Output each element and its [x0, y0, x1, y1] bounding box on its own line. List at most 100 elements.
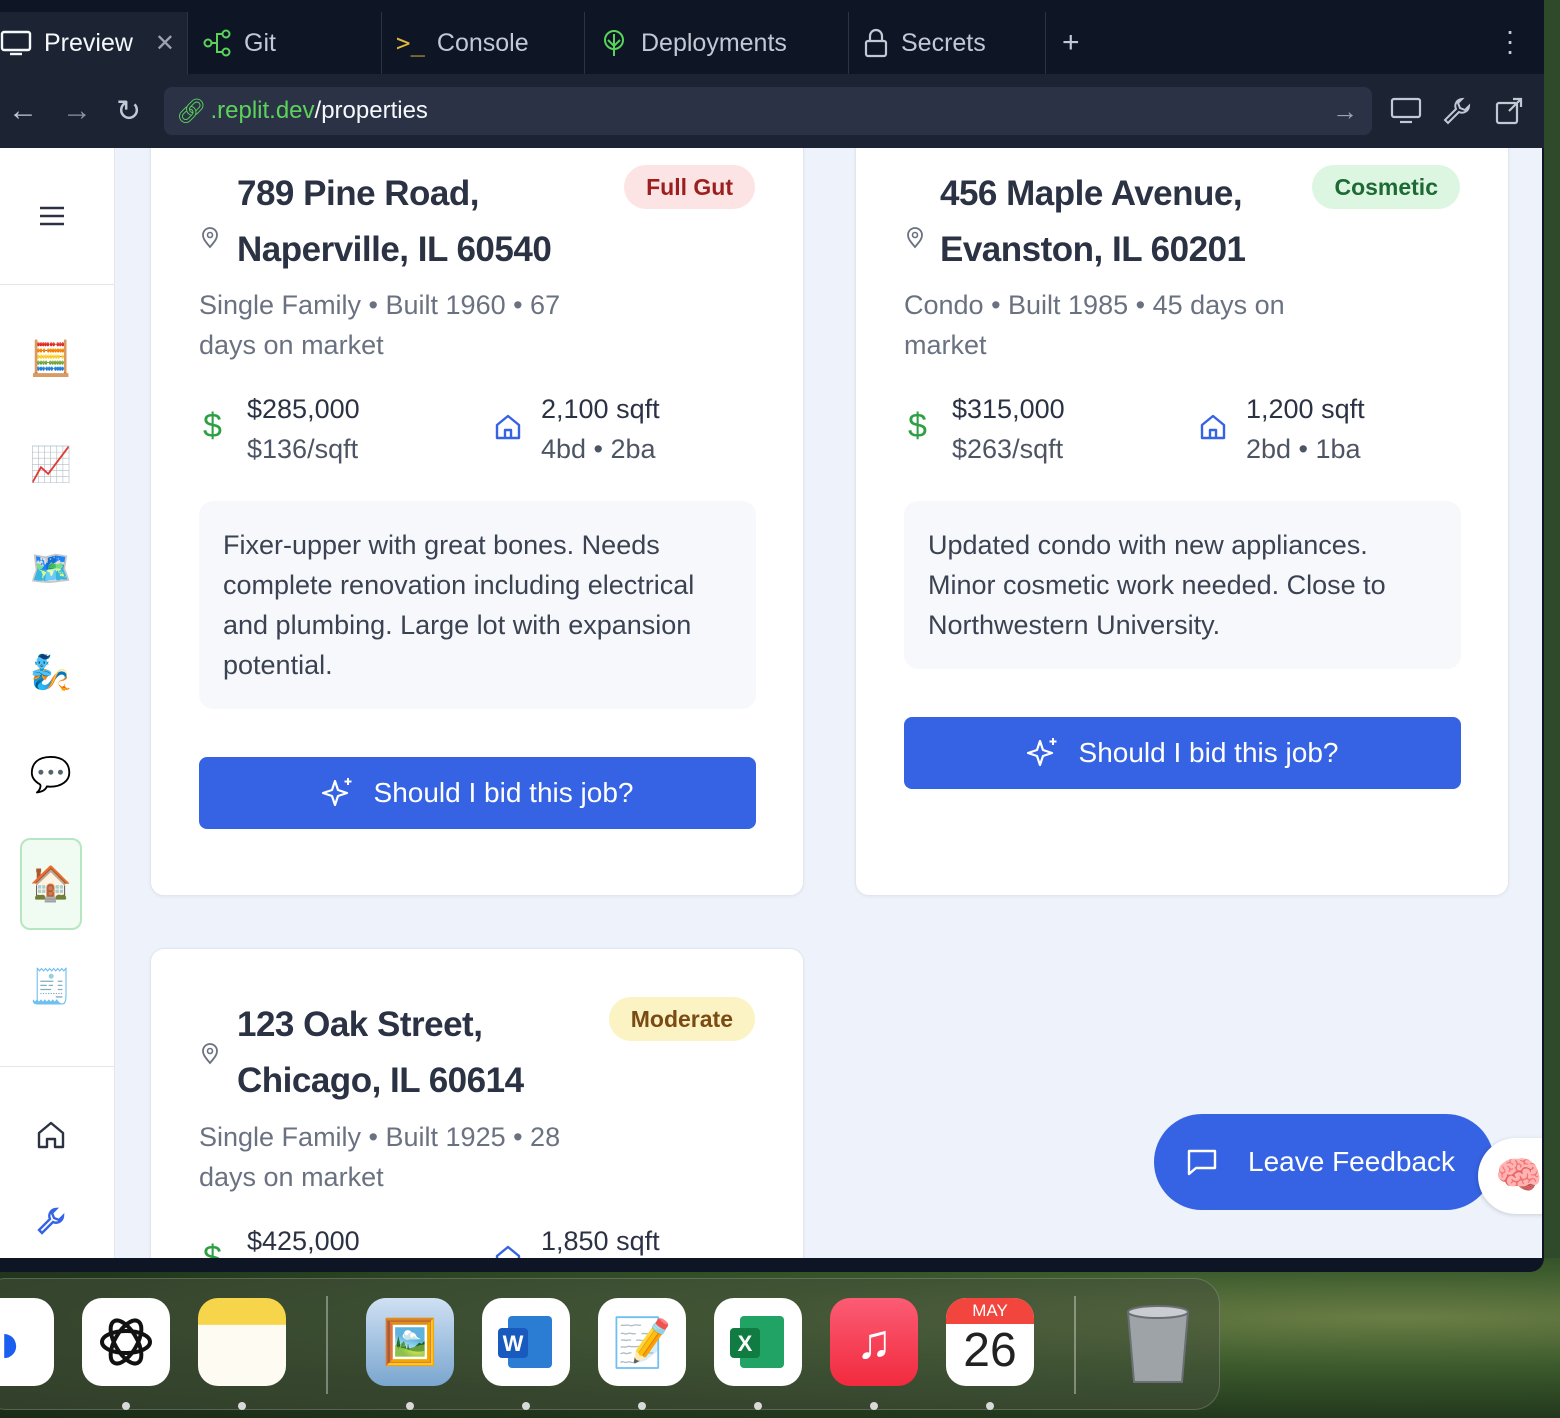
bid-analysis-button[interactable]: Should I bid this job?	[199, 757, 756, 829]
safari-icon[interactable]: ◗	[0, 1298, 54, 1386]
button-label: Should I bid this job?	[373, 777, 634, 808]
tab-label: Deployments	[641, 28, 787, 57]
leave-feedback-button[interactable]: Leave Feedback	[1154, 1114, 1494, 1210]
tab-label: Secrets	[901, 28, 986, 57]
wrench-icon[interactable]	[1442, 96, 1472, 126]
url-bar: ← → ↻ 🔗︎ .replit.dev/properties →	[0, 74, 1544, 148]
brain-icon[interactable]: 🧠	[1478, 1138, 1542, 1214]
tab-label: Console	[436, 28, 529, 57]
feedback-label: Leave Feedback	[1248, 1146, 1456, 1177]
url-path: /properties	[314, 97, 428, 124]
sidebar-item-chart[interactable]: 📈	[20, 434, 82, 496]
preview-app-icon[interactable]: 🖼️	[366, 1298, 454, 1386]
hamburger-menu-icon[interactable]	[38, 204, 66, 228]
devtools-monitor-icon[interactable]	[1390, 96, 1422, 126]
message-square-icon	[1187, 1149, 1217, 1176]
sparkles-icon	[1026, 738, 1057, 767]
house-outline-icon	[495, 414, 521, 440]
excel-icon[interactable]: X	[714, 1298, 802, 1386]
status-badge: Moderate	[608, 997, 755, 1041]
house-outline-icon	[1200, 414, 1226, 440]
tab-git[interactable]: Git	[188, 12, 382, 74]
dock-separator	[326, 1296, 328, 1394]
chart-icon: 📈	[29, 446, 73, 484]
running-indicator	[986, 1402, 994, 1410]
size-stat: 1,200 sqft 2bd • 1ba	[1246, 394, 1365, 464]
sparkles-icon	[321, 778, 352, 807]
app-preview: 🧮 📈 🗺️ 🧞 💬 🏠 🧾 789 Pine Road, Naperville,…	[0, 148, 1542, 1258]
sidebar-divider	[0, 1066, 115, 1067]
property-description: Updated condo with new appliances. Minor…	[904, 501, 1461, 669]
abacus-icon: 🧮	[29, 340, 73, 378]
word-icon[interactable]: W	[482, 1298, 570, 1386]
map-icon: 🗺️	[29, 550, 73, 588]
chat-bubble-icon: 💬	[29, 756, 73, 794]
property-card: 123 Oak Street, Chicago, IL 60614 Moderat…	[150, 948, 804, 1258]
back-arrow-icon[interactable]: ←	[8, 94, 38, 128]
running-indicator	[638, 1402, 646, 1410]
link-icon: 🔗︎	[176, 97, 207, 125]
sidebar-item-receipt[interactable]: 🧾	[20, 956, 82, 1018]
property-description: Fixer-upper with great bones. Needs comp…	[199, 501, 756, 709]
tab-secrets[interactable]: Secrets	[849, 12, 1046, 74]
new-tab-button[interactable]: +	[1062, 26, 1080, 60]
tab-preview[interactable]: Preview ✕	[0, 12, 188, 74]
tab-console[interactable]: >_ Console	[382, 12, 585, 74]
terminal-icon: >_	[396, 29, 425, 57]
tab-label: Preview	[44, 28, 133, 57]
property-address: 456 Maple Avenue, Evanston, IL 60201	[940, 174, 1246, 269]
tab-label: Git	[244, 28, 276, 57]
external-link-icon[interactable]	[1494, 96, 1524, 126]
lock-icon	[864, 28, 888, 58]
deployments-icon	[604, 30, 624, 56]
property-meta: Single Family • Built 1925 • 28 days on …	[199, 1122, 561, 1192]
property-meta: Single Family • Built 1960 • 67 days on …	[199, 290, 561, 360]
calendar-day: 26	[963, 1324, 1017, 1377]
url-domain: .replit.dev	[210, 97, 315, 124]
forward-arrow-icon[interactable]: →	[62, 94, 92, 128]
running-indicator	[754, 1402, 762, 1410]
location-pin-icon	[907, 227, 923, 249]
home-icon[interactable]	[36, 1120, 66, 1150]
more-options-icon[interactable]: · · ·	[1500, 17, 1520, 65]
tab-deployments[interactable]: Deployments	[585, 12, 849, 74]
house-outline-icon	[495, 1245, 521, 1258]
dock-separator	[1074, 1296, 1076, 1394]
chatgpt-icon[interactable]	[82, 1298, 170, 1386]
textedit-icon[interactable]: 📝	[598, 1298, 686, 1386]
running-indicator	[406, 1402, 414, 1410]
go-arrow-icon[interactable]: →	[1332, 96, 1358, 127]
sidebar: 🧮 📈 🗺️ 🧞 💬 🏠 🧾	[0, 148, 115, 1258]
dollar-icon: $	[203, 407, 222, 445]
trash-icon[interactable]	[1114, 1298, 1202, 1386]
notes-icon[interactable]	[198, 1298, 286, 1386]
property-meta: Condo • Built 1985 • 45 days on market	[904, 290, 1285, 360]
price-stat: $425,000	[247, 1226, 360, 1256]
close-icon[interactable]: ✕	[155, 29, 175, 58]
bid-analysis-button[interactable]: Should I bid this job?	[904, 717, 1461, 789]
running-indicator	[870, 1402, 878, 1410]
person-icon: 🧞	[29, 654, 73, 692]
svg-text:X: X	[738, 1331, 753, 1356]
price-stat: $315,000 $263/sqft	[952, 394, 1065, 464]
calendar-month: MAY	[946, 1298, 1034, 1324]
sidebar-item-properties[interactable]: 🏠	[20, 838, 82, 930]
sidebar-item-person[interactable]: 🧞	[20, 642, 82, 704]
location-pin-icon	[202, 1043, 218, 1065]
sidebar-item-map[interactable]: 🗺️	[20, 538, 82, 600]
calendar-icon[interactable]: MAY 26	[946, 1298, 1034, 1386]
wrench-icon[interactable]	[36, 1206, 66, 1236]
music-icon[interactable]: ♫	[830, 1298, 918, 1386]
button-label: Should I bid this job?	[1078, 737, 1339, 768]
sidebar-item-chat[interactable]: 💬	[20, 744, 82, 806]
property-card: 456 Maple Avenue, Evanston, IL 60201 Cosm…	[855, 148, 1509, 896]
sidebar-item-abacus[interactable]: 🧮	[20, 328, 82, 390]
dollar-icon: $	[203, 1239, 222, 1258]
dollar-icon: $	[908, 407, 927, 445]
size-stat: 1,850 sqft	[541, 1226, 660, 1256]
running-indicator	[522, 1402, 530, 1410]
reload-icon[interactable]: ↻	[116, 94, 141, 129]
url-input[interactable]: 🔗︎ .replit.dev/properties →	[164, 87, 1372, 135]
sidebar-divider	[0, 284, 115, 285]
running-indicator	[238, 1402, 246, 1410]
